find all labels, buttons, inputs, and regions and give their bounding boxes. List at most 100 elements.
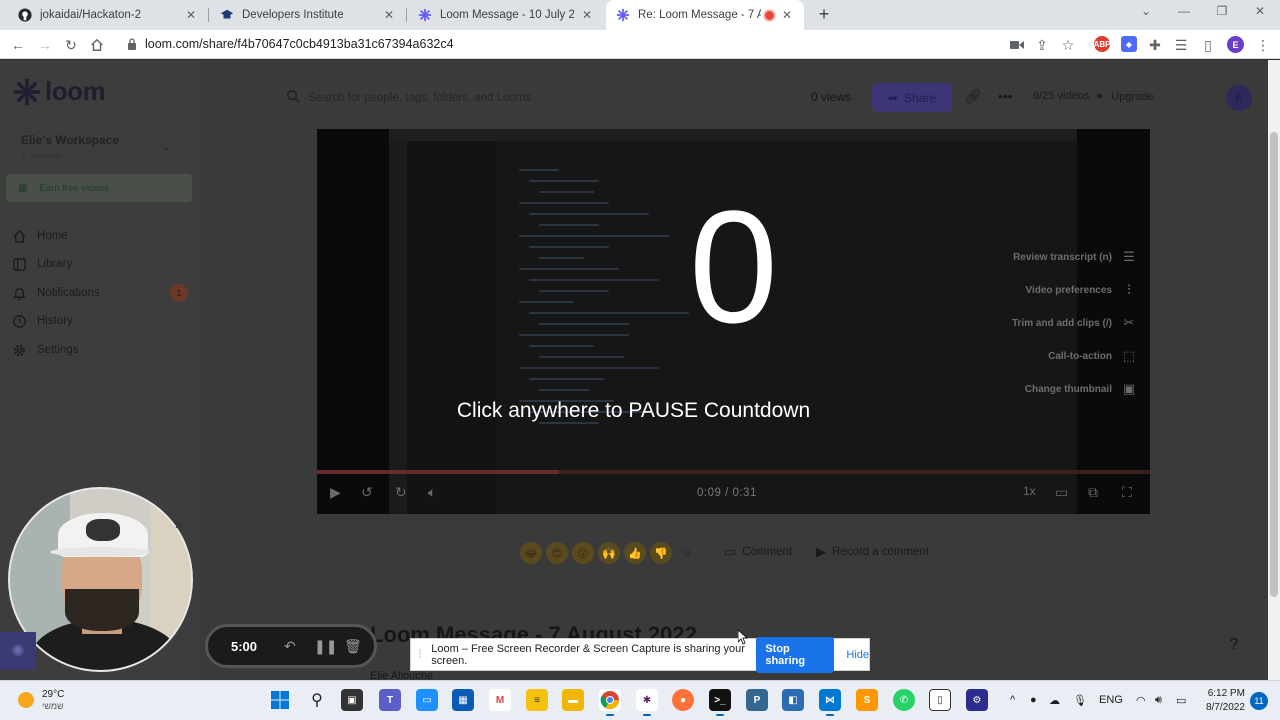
- trim-clips-option[interactable]: Trim and add clips (/) ✂: [1012, 315, 1138, 331]
- sublime-icon[interactable]: S: [856, 689, 878, 711]
- extension-icon[interactable]: ◆: [1121, 36, 1137, 52]
- link-icon[interactable]: 🔗︎: [964, 88, 982, 105]
- hide-button[interactable]: Hide: [846, 649, 869, 661]
- change-thumbnail-option[interactable]: Change thumbnail ▣: [1025, 381, 1138, 397]
- countdown-instruction[interactable]: Click anywhere to PAUSE Countdown: [317, 399, 950, 423]
- db-tool-icon[interactable]: ◧: [782, 689, 804, 711]
- microphone-icon[interactable]: ●: [1030, 694, 1037, 706]
- help-icon[interactable]: ?: [1222, 636, 1246, 660]
- progress-bar[interactable]: [317, 470, 1150, 474]
- share-button[interactable]: ➦ Share: [872, 83, 952, 112]
- close-icon[interactable]: ✕: [580, 8, 594, 22]
- adblock-icon[interactable]: ABP: [1094, 36, 1110, 52]
- task-view-icon[interactable]: ▣: [341, 689, 363, 711]
- comment-button[interactable]: ▭ Comment: [724, 544, 792, 560]
- cloud-icon[interactable]: ☁: [1049, 694, 1060, 707]
- stop-sharing-button[interactable]: Stop sharing: [756, 636, 835, 673]
- puzzle-icon[interactable]: ✚: [1146, 36, 1164, 54]
- postgres-icon[interactable]: P: [746, 689, 768, 711]
- close-icon[interactable]: ✕: [174, 518, 184, 532]
- emoji-laugh[interactable]: 😂: [520, 542, 542, 564]
- emoji-heart-eyes[interactable]: 😍: [546, 542, 568, 564]
- share-page-icon[interactable]: ⇪: [1033, 36, 1051, 54]
- close-icon[interactable]: ✕: [184, 8, 198, 22]
- search-icon[interactable]: ⚲: [306, 689, 328, 711]
- undo-icon[interactable]: ↶: [284, 638, 296, 655]
- loom-recorder-icon[interactable]: ✺: [0, 632, 36, 670]
- notification-count-badge[interactable]: 11: [1250, 692, 1268, 710]
- emoji-thumbs-up[interactable]: 👍: [624, 542, 646, 564]
- store-icon[interactable]: ▦: [452, 689, 474, 711]
- twitch-icon[interactable]: ▯: [929, 689, 951, 711]
- upgrade-button[interactable]: ✦ Upgrade: [1095, 90, 1153, 103]
- chevron-up-icon[interactable]: ^: [1010, 694, 1015, 706]
- window-close-icon[interactable]: ✕: [1250, 4, 1270, 18]
- reading-list-icon[interactable]: ☰: [1172, 36, 1190, 54]
- side-panel-icon[interactable]: ▯: [1199, 36, 1217, 54]
- workspace-name[interactable]: Elie's Workspace: [21, 133, 119, 147]
- folder-icon[interactable]: ▬: [562, 689, 584, 711]
- camera-icon[interactable]: [1008, 36, 1026, 54]
- kebab-menu-icon[interactable]: ⋮: [1254, 36, 1272, 54]
- terminal-icon[interactable]: >_: [709, 689, 731, 716]
- forward-icon[interactable]: →: [36, 36, 54, 54]
- browser-tab[interactable]: Loom Message - 10 July 2022 ✕: [408, 0, 604, 30]
- chevron-down-icon[interactable]: ⌄: [162, 140, 171, 153]
- back-icon[interactable]: ←: [9, 36, 27, 54]
- weather-widget[interactable]: 29°C שמשי: [18, 689, 64, 712]
- notes-icon[interactable]: ≡: [526, 689, 548, 711]
- picture-in-picture-icon[interactable]: ⧉: [1088, 484, 1098, 501]
- pause-icon[interactable]: ❚❚: [314, 638, 337, 655]
- browser-tab[interactable]: Developers Institute ✕: [210, 0, 406, 30]
- close-icon[interactable]: ✕: [382, 8, 396, 22]
- captions-icon[interactable]: ▭: [1055, 484, 1068, 501]
- playback-speed[interactable]: 1x: [1023, 484, 1036, 498]
- scrollbar-thumb[interactable]: [1270, 132, 1278, 597]
- sidebar-item-settings[interactable]: Settings: [10, 341, 79, 359]
- bookmark-star-icon[interactable]: ☆: [1059, 36, 1077, 54]
- trash-icon[interactable]: 🗑︎: [344, 638, 362, 655]
- battery-icon[interactable]: ▭: [1176, 694, 1186, 707]
- video-preferences-option[interactable]: Video preferences ⫶: [1025, 282, 1138, 298]
- lock-icon[interactable]: [127, 38, 137, 53]
- play-icon[interactable]: ▶: [330, 484, 341, 501]
- more-options-icon[interactable]: •••: [998, 88, 1013, 104]
- review-transcript-option[interactable]: Review transcript (n) ☰: [1013, 249, 1138, 265]
- profile-avatar[interactable]: E: [1227, 36, 1244, 53]
- emoji-thumbs-down[interactable]: 👎: [650, 542, 672, 564]
- app-icon[interactable]: ⚙: [966, 689, 988, 711]
- address-bar[interactable]: loom.com/share/f4b70647c0cb4913ba31c6739…: [145, 37, 454, 51]
- video-player[interactable]: 0 Click anywhere to PAUSE Countdown Revi…: [317, 129, 1150, 514]
- wifi-icon[interactable]: ◠: [1136, 694, 1146, 707]
- forward-icon[interactable]: ↻: [395, 484, 407, 501]
- call-to-action-option[interactable]: Call-to-action ⬚: [1048, 348, 1138, 364]
- volume-icon[interactable]: 🔊︎: [1155, 694, 1162, 707]
- drag-handle-icon[interactable]: ⦙: [413, 648, 427, 661]
- sidebar-item-home[interactable]: Home: [10, 227, 68, 245]
- scrollbar[interactable]: [1268, 60, 1280, 680]
- vscode-icon[interactable]: ⋈: [819, 689, 841, 716]
- fullscreen-icon[interactable]: ⛶: [1122, 484, 1132, 501]
- firefox-icon[interactable]: ●: [672, 689, 694, 711]
- emoji-raised-hands[interactable]: 🙌: [598, 542, 620, 564]
- browser-tab-active[interactable]: Re: Loom Message - 7 Augu ✕: [606, 0, 804, 30]
- earn-free-videos-button[interactable]: ▦ Earn free videos: [6, 174, 192, 202]
- record-comment-button[interactable]: ▶ Record a comment: [816, 544, 929, 560]
- emoji-surprised[interactable]: 😮: [572, 542, 594, 564]
- slack-icon[interactable]: ✱: [636, 689, 658, 716]
- clock[interactable]: 6:12 PM 8/7/2022: [1206, 687, 1245, 715]
- rewind-icon[interactable]: ↺: [361, 484, 373, 501]
- sidebar-item-history[interactable]: History: [10, 312, 73, 330]
- teams-icon[interactable]: T: [379, 689, 401, 711]
- start-icon[interactable]: [269, 689, 291, 711]
- new-tab-button[interactable]: +: [814, 4, 834, 25]
- close-icon[interactable]: ✕: [780, 8, 794, 22]
- browser-tab[interactable]: jokaidai/Hackaton-2 ✕: [8, 0, 208, 30]
- add-reaction-icon[interactable]: ☺: [676, 542, 698, 564]
- maximize-icon[interactable]: ❐: [1212, 4, 1232, 18]
- reload-icon[interactable]: ↻: [62, 36, 80, 54]
- volume-icon[interactable]: 🔈︎: [428, 484, 436, 501]
- sidebar-item-library[interactable]: Library: [10, 255, 72, 273]
- avatar[interactable]: E: [1226, 85, 1252, 111]
- tab-search-icon[interactable]: ⌄: [1136, 4, 1156, 18]
